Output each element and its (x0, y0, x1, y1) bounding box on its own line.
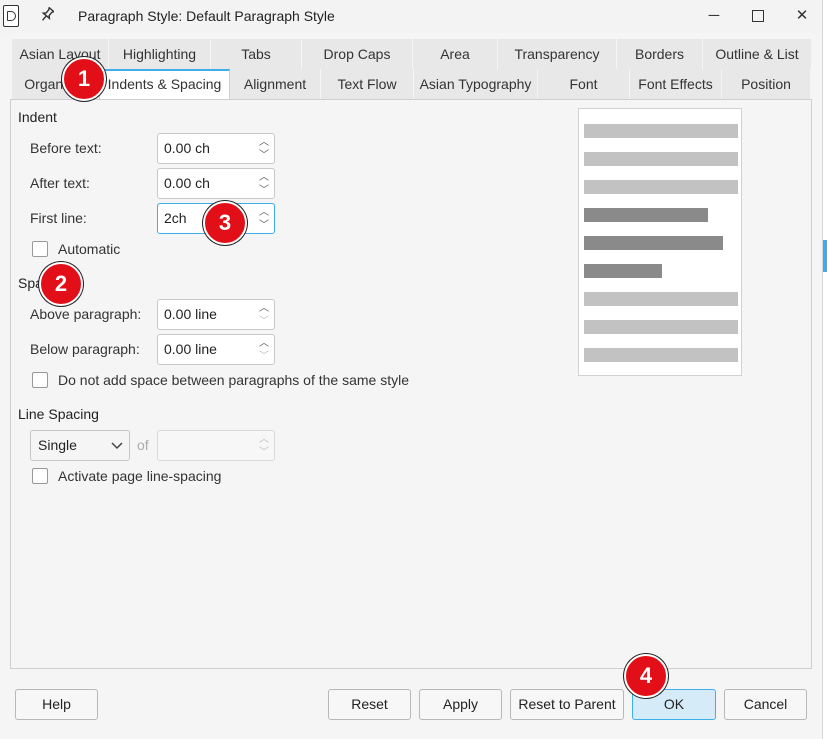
no-space-label: Do not add space between paragraphs of t… (58, 372, 409, 388)
chevron-down-icon (111, 437, 123, 456)
after-text-value: 0.00 ch (164, 175, 210, 191)
line-spacing-value-spinbox[interactable]: ︿ ﹀ (157, 430, 275, 461)
tab-text-flow[interactable]: Text Flow (321, 69, 414, 99)
line-spacing-selected: Single (38, 437, 77, 453)
window-title: Paragraph Style: Default Paragraph Style (78, 8, 335, 24)
before-text-value: 0.00 ch (164, 140, 210, 156)
spin-up-icon[interactable]: ︿ (257, 206, 271, 219)
after-text-spinbox[interactable]: 0.00 ch ︿ ﹀ (157, 168, 275, 199)
preview-line (584, 292, 738, 306)
above-paragraph-label: Above paragraph: (30, 306, 142, 322)
tab-indents-spacing[interactable]: Indents & Spacing (99, 69, 230, 99)
spin-down-icon[interactable]: ﹀ (257, 446, 271, 459)
maximize-button[interactable] (738, 4, 778, 28)
paragraph-preview (578, 108, 742, 376)
of-label: of (137, 437, 149, 453)
preview-line (584, 320, 738, 334)
spin-up-icon[interactable]: ︿ (257, 302, 271, 315)
no-space-checkbox[interactable] (32, 372, 48, 388)
activate-page-line-spacing-label: Activate page line-spacing (58, 468, 222, 484)
tab-area[interactable]: Area (413, 39, 498, 69)
step-marker-3: 3 (203, 201, 247, 245)
cancel-button[interactable]: Cancel (724, 689, 807, 720)
step-marker-1: 1 (62, 57, 106, 101)
below-paragraph-spinbox[interactable]: 0.00 line ︿ ﹀ (157, 334, 275, 365)
spin-down-icon[interactable]: ﹀ (257, 184, 271, 197)
first-line-label: First line: (30, 210, 87, 226)
tab-tabs[interactable]: Tabs (211, 39, 302, 69)
spin-up-icon[interactable]: ︿ (257, 433, 271, 446)
tab-row-2: Organizer Indents & Spacing Alignment Te… (12, 69, 811, 99)
preview-current-line (584, 236, 723, 250)
preview-current-line (584, 264, 662, 278)
pin-icon[interactable] (40, 6, 56, 26)
spin-down-icon[interactable]: ﹀ (257, 315, 271, 328)
after-text-label: After text: (30, 175, 90, 191)
step-marker-2: 2 (39, 262, 83, 306)
above-paragraph-spinbox[interactable]: 0.00 line ︿ ﹀ (157, 299, 275, 330)
preview-line (584, 124, 738, 138)
tab-font-effects[interactable]: Font Effects (630, 69, 722, 99)
background-window-accent (823, 240, 827, 272)
reset-to-parent-button[interactable]: Reset to Parent (510, 689, 624, 720)
tab-highlighting[interactable]: Highlighting (109, 39, 211, 69)
tab-borders[interactable]: Borders (617, 39, 703, 69)
line-spacing-section-title: Line Spacing (18, 406, 99, 422)
tab-font[interactable]: Font (538, 69, 630, 99)
background-window-edge (823, 0, 827, 739)
spin-down-icon[interactable]: ﹀ (257, 350, 271, 363)
tab-position[interactable]: Position (722, 69, 811, 99)
title-bar: Paragraph Style: Default Paragraph Style… (0, 0, 822, 33)
tab-alignment[interactable]: Alignment (230, 69, 321, 99)
spin-up-icon[interactable]: ︿ (257, 337, 271, 350)
line-spacing-select[interactable]: Single (30, 430, 130, 461)
activate-page-line-spacing-checkbox[interactable] (32, 468, 48, 484)
preview-line (584, 180, 738, 194)
tab-drop-caps[interactable]: Drop Caps (302, 39, 413, 69)
indent-section-title: Indent (18, 109, 57, 125)
close-button[interactable]: ✕ (782, 4, 822, 28)
step-marker-4: 4 (624, 654, 668, 698)
automatic-checkbox[interactable] (32, 241, 48, 257)
spin-down-icon[interactable]: ﹀ (257, 149, 271, 162)
minimize-button[interactable]: ─ (694, 4, 734, 28)
maximize-icon (752, 10, 764, 23)
preview-line (584, 152, 738, 166)
below-paragraph-label: Below paragraph: (30, 341, 140, 357)
automatic-label: Automatic (58, 241, 121, 257)
apply-button[interactable]: Apply (419, 689, 502, 720)
tab-outline-list[interactable]: Outline & List (703, 39, 812, 69)
reset-button[interactable]: Reset (328, 689, 411, 720)
first-line-value: 2ch (164, 210, 187, 226)
before-text-label: Before text: (30, 140, 102, 156)
tab-asian-typography[interactable]: Asian Typography (414, 69, 538, 99)
tab-transparency[interactable]: Transparency (498, 39, 617, 69)
tab-row-1: Asian Layout Highlighting Tabs Drop Caps… (12, 39, 812, 69)
help-button[interactable]: Help (15, 689, 98, 720)
above-paragraph-value: 0.00 line (164, 306, 217, 322)
before-text-spinbox[interactable]: 0.00 ch ︿ ﹀ (157, 133, 275, 164)
spin-down-icon[interactable]: ﹀ (257, 219, 271, 232)
preview-line (584, 348, 738, 362)
paragraph-style-dialog: Paragraph Style: Default Paragraph Style… (0, 0, 823, 739)
app-icon (3, 5, 19, 27)
preview-current-line (584, 208, 708, 222)
spin-up-icon[interactable]: ︿ (257, 171, 271, 184)
below-paragraph-value: 0.00 line (164, 341, 217, 357)
spin-up-icon[interactable]: ︿ (257, 136, 271, 149)
